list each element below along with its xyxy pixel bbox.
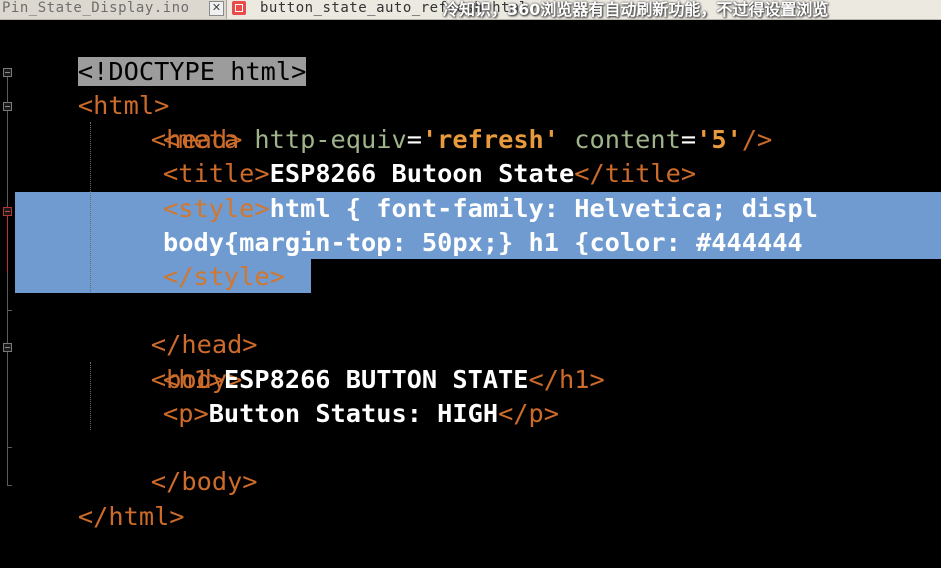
meta-value-5: '5' <box>696 125 742 154</box>
style-content: html { font-family: Helvetica; displ <box>269 194 818 223</box>
tab-label: Pin_State_Display.ino <box>2 0 190 16</box>
p-text: Button Status: HIGH <box>208 399 499 428</box>
code-line: <meta http-equiv='refresh' content='5'/> <box>163 123 772 157</box>
equals-sign: = <box>406 125 422 154</box>
code-line: </body> <box>90 431 258 496</box>
fold-end <box>7 485 12 486</box>
code-line: <!DOCTYPE html> <box>17 21 307 86</box>
title-text: ESP8266 Butoon State <box>269 159 575 188</box>
meta-open: <meta <box>163 125 240 154</box>
code-line: <head> <box>90 89 242 154</box>
code-line: <html> <box>17 55 169 120</box>
html-close-tag: </html> <box>77 502 185 531</box>
code-line: </html> <box>17 466 185 531</box>
meta-close: /> <box>741 125 773 154</box>
fold-end <box>7 310 12 311</box>
code-line: <p>Button Status: HIGH</p> <box>163 397 559 431</box>
p-close-tag: </p> <box>498 399 559 428</box>
style-open-tag: <style> <box>163 194 270 223</box>
code-line: <title>ESP8266 Butoon State</title> <box>163 157 696 191</box>
tab-pin-state-display[interactable]: Pin_State_Display.ino ✕ <box>0 0 227 19</box>
equals-sign: = <box>680 125 697 154</box>
h1-open-tag: <h1> <box>163 365 224 394</box>
tab-bar: Pin_State_Display.ino ✕ button_state_aut… <box>0 0 941 20</box>
code-line: <style>html { font-family: Helvetica; di… <box>163 192 818 226</box>
fold-line <box>7 77 8 485</box>
fold-toggle-icon[interactable] <box>3 343 12 352</box>
fold-toggle-icon[interactable] <box>3 68 12 77</box>
fold-line <box>7 216 8 272</box>
close-icon[interactable]: ✕ <box>209 1 224 16</box>
title-close-tag: </title> <box>574 159 697 188</box>
code-line: body{margin-top: 50px;} h1 {color: #4444… <box>163 226 803 260</box>
code-line: <body> <box>90 329 242 394</box>
code-line: </style> <box>163 260 285 294</box>
fold-toggle-icon[interactable] <box>3 207 12 216</box>
meta-attr-http-equiv: http-equiv <box>254 125 407 154</box>
p-open-tag: <p> <box>163 399 209 428</box>
title-open-tag: <title> <box>163 159 270 188</box>
fold-gutter[interactable] <box>0 20 14 525</box>
h1-close-tag: </h1> <box>528 365 605 394</box>
meta-value-refresh: 'refresh' <box>421 125 560 154</box>
h1-text: ESP8266 BUTTON STATE <box>223 365 529 394</box>
fold-toggle-icon[interactable] <box>3 102 12 111</box>
code-line: <h1>ESP8266 BUTTON STATE</h1> <box>163 363 605 397</box>
style-close-tag: </style> <box>163 262 285 291</box>
video-caption-overlay: 冷知识，360浏览器有自动刷新功能，不过得设置浏览 <box>443 0 829 19</box>
code-line: </head> <box>90 294 258 359</box>
meta-attr-content: content <box>574 125 681 154</box>
fold-end <box>7 447 12 448</box>
style-content: body{margin-top: 50px;} h1 {color: #4444… <box>163 228 803 257</box>
html-file-icon <box>232 1 246 15</box>
